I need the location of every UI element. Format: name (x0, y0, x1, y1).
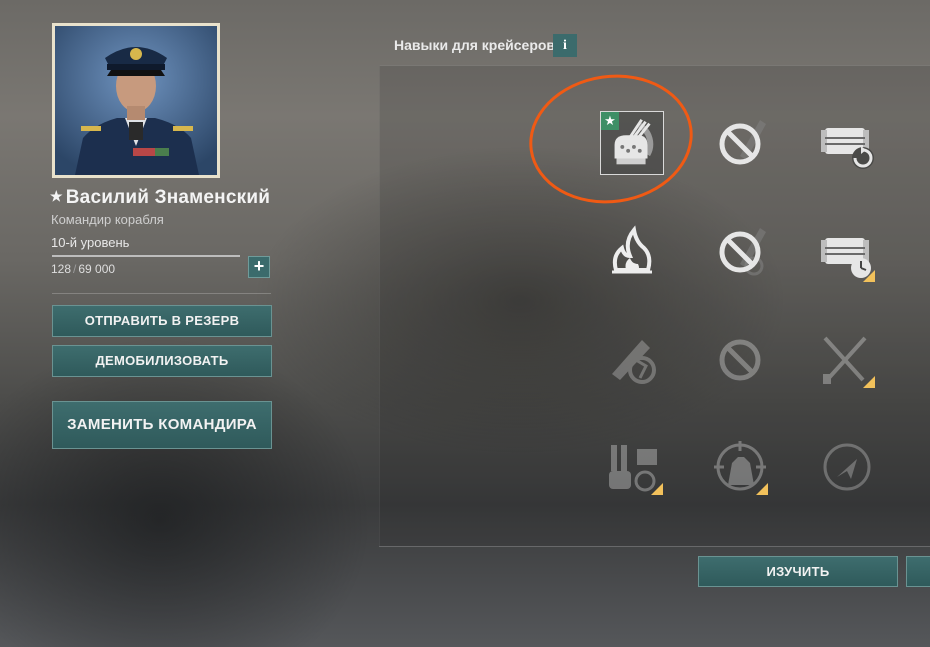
crossed-swords-icon[interactable] (815, 330, 875, 390)
disabled-skill-icon[interactable] (710, 220, 770, 280)
torpedo-skill-icon[interactable] (602, 330, 662, 390)
upgrade-marker-icon (756, 483, 768, 495)
commander-name-text: Василий Знаменский (65, 187, 271, 208)
disabled-skill-icon[interactable] (710, 330, 770, 390)
skills-panel-title: Навыки для крейсеров (394, 37, 556, 53)
upgrade-marker-icon (863, 376, 875, 388)
xp-counter: 128/69 000 (51, 262, 116, 276)
upgrade-marker-icon (863, 270, 875, 282)
upgrade-marker-icon (651, 483, 663, 495)
star-icon: ★ (50, 188, 63, 204)
commander-level: 10-й уровень (51, 235, 130, 250)
divider (52, 293, 271, 294)
radar-icon[interactable] (817, 437, 877, 497)
demobilize-button[interactable]: Демобилизовать (52, 345, 272, 377)
xp-current: 128 (51, 262, 72, 276)
panel-divider (379, 546, 930, 547)
commander-name: ★ Василий Знаменский (50, 187, 270, 209)
fire-icon[interactable] (602, 222, 662, 282)
consumable-reload-icon[interactable] (817, 116, 877, 176)
learn-skill-button[interactable]: Изучить (698, 556, 898, 587)
next-button[interactable] (906, 556, 930, 587)
replace-commander-button[interactable]: Заменить командира (52, 401, 272, 449)
disabled-skill-icon[interactable] (710, 112, 770, 172)
turret-traverse-icon[interactable] (605, 437, 665, 497)
xp-total: 69 000 (78, 262, 116, 276)
target-tower-icon[interactable] (710, 437, 770, 497)
commander-role: Командир корабля (51, 212, 164, 227)
xp-progress-bar (52, 255, 240, 257)
send-to-reserve-button[interactable]: Отправить в резерв (52, 305, 272, 337)
consumable-timer-icon[interactable] (817, 226, 877, 286)
info-button[interactable]: i (553, 34, 577, 57)
commander-portrait (52, 23, 220, 178)
add-xp-button[interactable]: + (248, 256, 270, 278)
